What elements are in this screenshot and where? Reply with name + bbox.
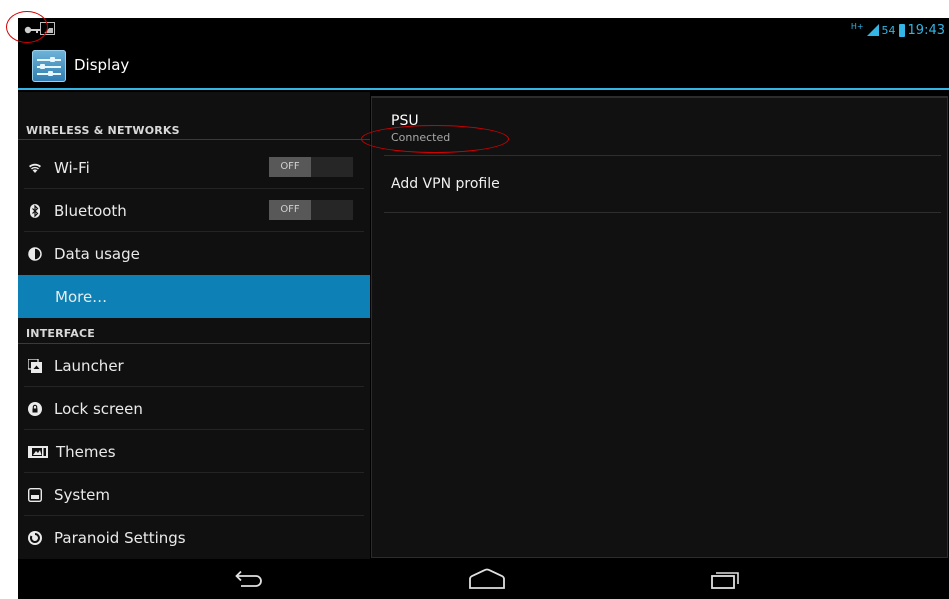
bluetooth-toggle[interactable]: OFF	[269, 200, 353, 220]
sidebar-item-paranoid-settings[interactable]: Paranoid Settings	[18, 516, 370, 559]
vpn-key-icon	[24, 26, 40, 34]
lock-screen-icon	[28, 401, 42, 416]
network-type: H+	[850, 21, 864, 31]
vpn-profile-status: Connected	[391, 131, 451, 144]
battery-icon	[898, 23, 905, 37]
page-title: Display	[74, 56, 130, 74]
status-indicators: H+ 54 19:43	[851, 21, 945, 39]
themes-icon	[28, 445, 48, 458]
sidebar-item-label: System	[54, 485, 110, 504]
sidebar-item-label: Launcher	[54, 356, 124, 375]
sidebar-item-label: Lock screen	[54, 399, 143, 418]
battery-level: 54	[881, 23, 896, 37]
vpn-profile-name: PSU	[391, 113, 419, 129]
sidebar-item-more[interactable]: More…	[18, 275, 370, 318]
home-icon[interactable]	[467, 567, 507, 591]
paranoid-settings-icon	[28, 530, 42, 545]
settings-sidebar: WIRELESS & NETWORKS Wi-Fi OFF Bluetooth …	[18, 92, 370, 559]
image-notification-icon	[40, 22, 55, 35]
sidebar-item-label: Data usage	[54, 244, 140, 263]
data-usage-icon	[28, 246, 42, 261]
wifi-toggle[interactable]: OFF	[269, 157, 353, 177]
vpn-settings-panel: PSU Connected Add VPN profile	[371, 96, 948, 558]
section-header-interface: INTERFACE	[18, 318, 370, 344]
action-bar: Display	[18, 42, 949, 90]
wifi-icon	[29, 163, 41, 173]
tablet-screen: H+ 54 19:43 Display WIRELESS & NETWORKS	[18, 18, 949, 599]
toggle-state: OFF	[269, 200, 311, 220]
sidebar-item-label: Paranoid Settings	[54, 528, 186, 547]
system-icon	[28, 487, 42, 502]
sidebar-item-label: Themes	[56, 442, 116, 461]
navigation-bar	[18, 559, 949, 599]
sidebar-item-system[interactable]: System	[18, 473, 370, 516]
vpn-profile-item[interactable]: PSU Connected	[384, 98, 941, 156]
clock: 19:43	[907, 22, 945, 38]
sidebar-item-launcher[interactable]: Launcher	[18, 344, 370, 387]
sidebar-item-themes[interactable]: Themes	[18, 430, 370, 473]
status-bar: H+ 54 19:43	[18, 18, 949, 42]
sidebar-item-data-usage[interactable]: Data usage	[18, 232, 370, 275]
signal-icon	[866, 24, 879, 36]
display-settings-icon[interactable]	[32, 50, 66, 82]
recent-apps-icon[interactable]	[704, 567, 744, 591]
sidebar-item-label: Bluetooth	[54, 201, 127, 220]
toggle-state: OFF	[269, 157, 311, 177]
sidebar-item-label: More…	[55, 287, 108, 306]
section-header-wireless: WIRELESS & NETWORKS	[18, 110, 370, 140]
add-vpn-profile-label: Add VPN profile	[391, 176, 500, 192]
sidebar-item-wifi[interactable]: Wi-Fi OFF	[18, 146, 370, 189]
back-icon[interactable]	[229, 567, 269, 591]
sidebar-item-lock-screen[interactable]: Lock screen	[18, 387, 370, 430]
sidebar-item-bluetooth[interactable]: Bluetooth OFF	[18, 189, 370, 232]
sidebar-item-label: Wi-Fi	[54, 158, 90, 177]
bluetooth-icon	[30, 203, 40, 218]
launcher-icon	[28, 358, 42, 373]
add-vpn-profile-item[interactable]: Add VPN profile	[384, 156, 941, 213]
